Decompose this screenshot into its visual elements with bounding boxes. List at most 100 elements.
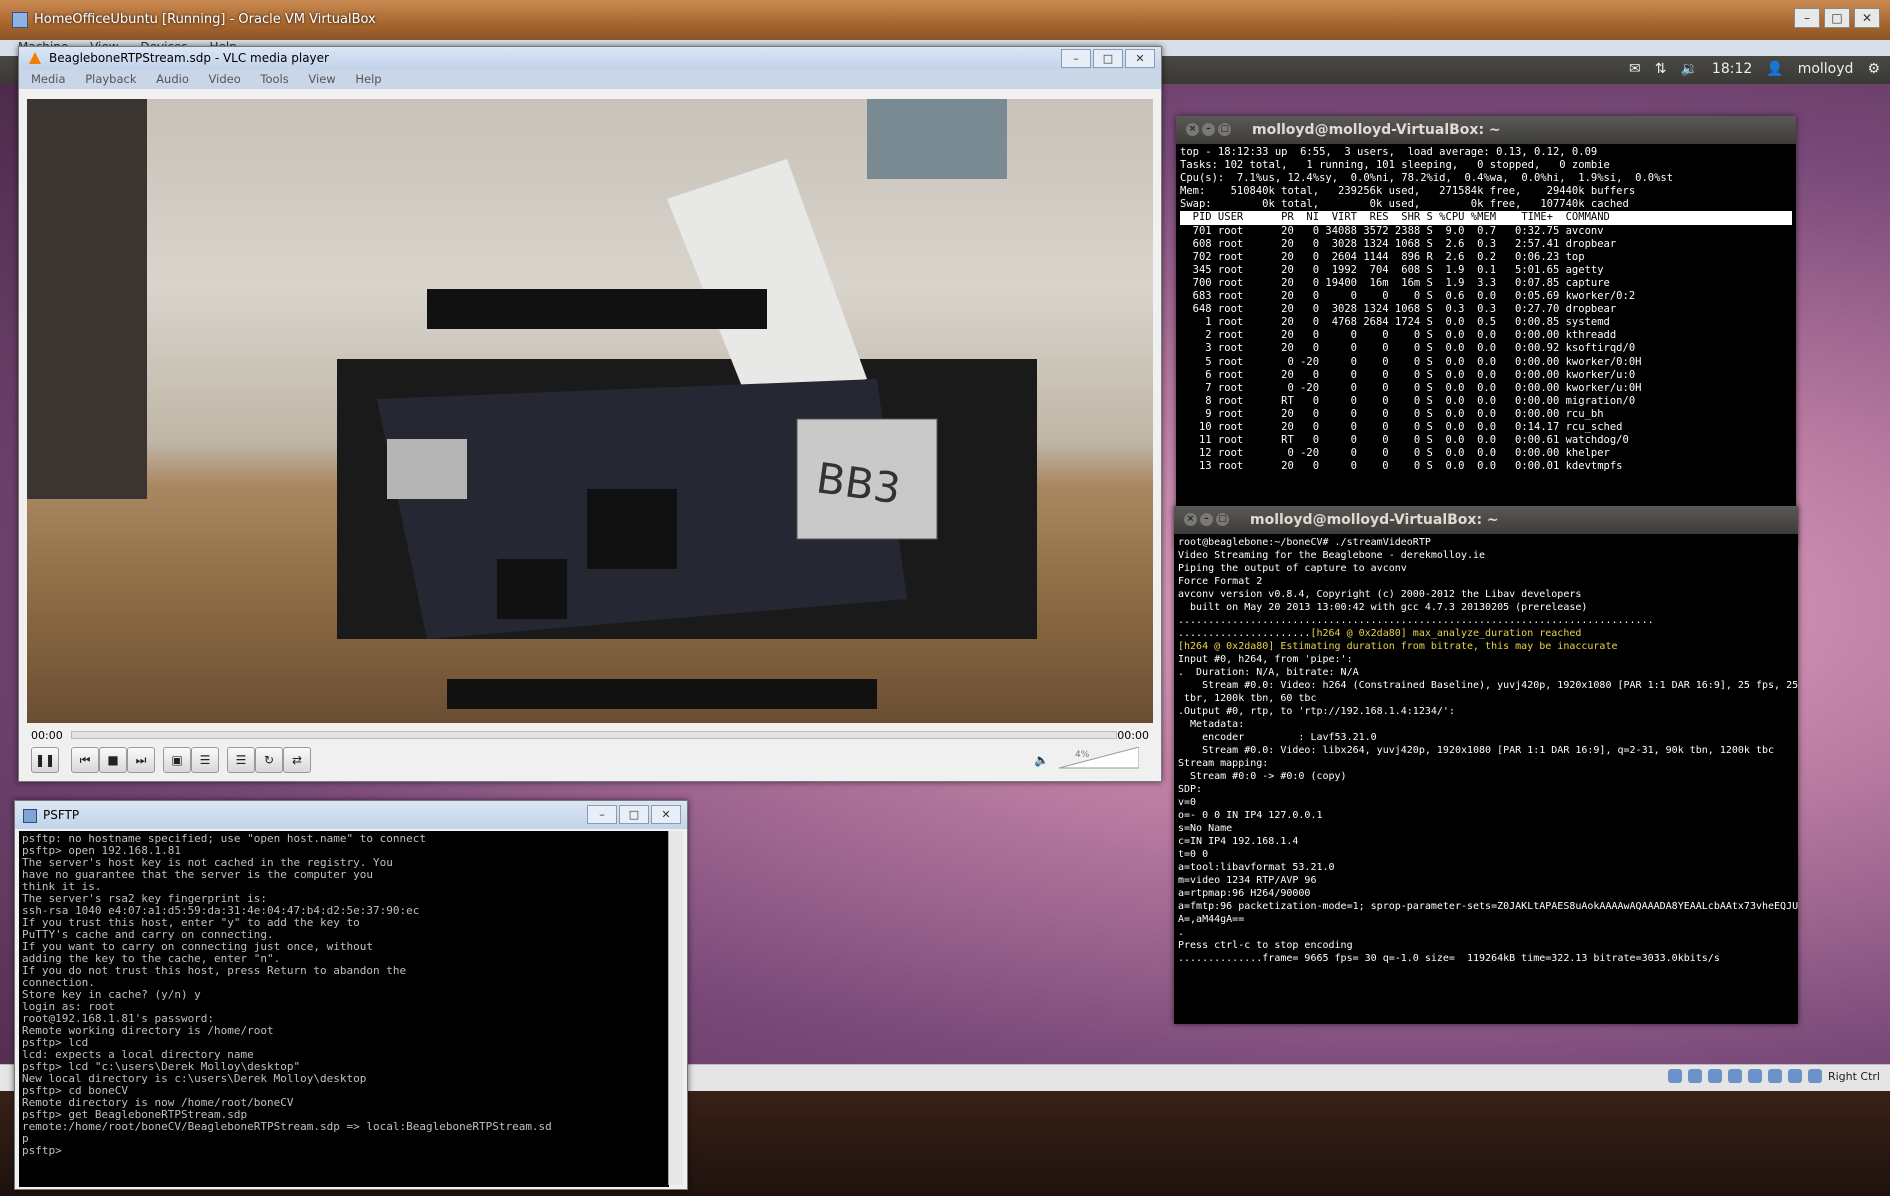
stream-line: a=rtpmap:96 H264/90000 xyxy=(1178,888,1311,899)
process-row: 701 root 20 0 34088 3572 2388 S 9.0 0.7 … xyxy=(1180,224,1604,237)
close-icon[interactable]: × xyxy=(1186,123,1199,136)
stream-line: Piping the output of capture to avconv xyxy=(1178,563,1407,574)
process-row: 3 root 20 0 0 0 0 S 0.0 0.0 0:00.92 ksof… xyxy=(1180,342,1636,355)
menu-help[interactable]: Help xyxy=(355,72,381,86)
volume-slider[interactable]: 4% xyxy=(1059,747,1139,769)
display-icon[interactable] xyxy=(1767,1069,1782,1083)
maximize-button[interactable]: □ xyxy=(619,805,649,824)
psftp-titlebar: PSFTP – □ ✕ xyxy=(15,801,687,829)
warning-text: [h264 @ 0x2da80] max_analyze_duration re… xyxy=(1310,628,1582,639)
playlist-button[interactable]: ☰ xyxy=(227,747,255,773)
minimize-icon[interactable]: – xyxy=(1200,513,1213,526)
video-area[interactable]: BB3 xyxy=(27,99,1153,723)
mail-icon[interactable]: ✉ xyxy=(1629,61,1641,77)
process-row: 683 root 20 0 0 0 0 S 0.6 0.0 0:05.69 kw… xyxy=(1180,290,1636,303)
vlc-window: BeagleboneRTPStream.sdp - VLC media play… xyxy=(18,46,1162,782)
menu-playback[interactable]: Playback xyxy=(85,72,136,86)
mouse-integration-icon[interactable] xyxy=(1787,1069,1802,1083)
stream-line: o=- 0 0 IN IP4 127.0.0.1 xyxy=(1178,810,1323,821)
stream-line: v=0 xyxy=(1178,797,1197,808)
minimize-button[interactable]: – xyxy=(1794,8,1820,28)
process-row: 702 root 20 0 2604 1144 896 R 2.6 0.2 0:… xyxy=(1180,250,1585,263)
stream-line: .Output #0, rtp, to 'rtp://192.168.1.4:1… xyxy=(1178,706,1455,717)
vlc-titlebar: BeagleboneRTPStream.sdp - VLC media play… xyxy=(19,47,1161,69)
user-name[interactable]: molloyd xyxy=(1798,61,1854,77)
close-icon[interactable]: × xyxy=(1184,513,1197,526)
stream-line: encoder : Lavf53.21.0 xyxy=(1178,732,1377,743)
stream-line: c=IN IP4 192.168.1.4 xyxy=(1178,836,1299,847)
extended-settings-button[interactable]: ☰ xyxy=(191,747,219,773)
psftp-output[interactable]: psftp: no hostname specified; use "open … xyxy=(19,831,669,1187)
stream-line: s=No Name xyxy=(1178,823,1233,834)
pause-button[interactable]: ❚❚ xyxy=(31,747,59,773)
gear-icon[interactable]: ⚙ xyxy=(1867,61,1880,77)
stream-line: a=fmtp:96 packetization-mode=1; sprop-pa… xyxy=(1178,901,1798,912)
menu-tools[interactable]: Tools xyxy=(260,72,288,86)
next-button[interactable]: ⏭ xyxy=(127,747,155,773)
menu-view[interactable]: View xyxy=(308,72,335,86)
stream-line: ........................................… xyxy=(1178,615,1654,626)
maximize-icon[interactable]: □ xyxy=(1216,513,1229,526)
maximize-icon[interactable]: □ xyxy=(1218,123,1231,136)
minimize-button[interactable]: – xyxy=(587,805,617,824)
process-row: 12 root 0 -20 0 0 0 S 0.0 0.0 0:00.00 kh… xyxy=(1180,447,1610,460)
seek-bar[interactable] xyxy=(71,731,1117,739)
usb-icon[interactable] xyxy=(1707,1069,1722,1083)
psftp-scrollbar[interactable] xyxy=(668,831,683,1185)
stream-line: t=0 0 xyxy=(1178,849,1209,860)
terminal-title: molloyd@molloyd-VirtualBox: ~ xyxy=(1250,512,1499,528)
cdrom-icon[interactable] xyxy=(1687,1069,1702,1083)
stream-line: Stream #0.0: Video: libx264, yuvj420p, 1… xyxy=(1178,745,1775,756)
stream-line: Metadata: xyxy=(1178,719,1245,730)
stream-output[interactable]: root@beaglebone:~/boneCV# ./streamVideoR… xyxy=(1174,534,1798,1022)
stream-line: a=tool:libavformat 53.21.0 xyxy=(1178,862,1335,873)
top-output[interactable]: top - 18:12:33 up 6:55, 3 users, load av… xyxy=(1176,144,1796,543)
time-elapsed: 00:00 xyxy=(31,729,63,742)
psftp-window: PSFTP – □ ✕ psftp: no hostname specified… xyxy=(14,800,688,1190)
maximize-button[interactable]: □ xyxy=(1824,8,1850,28)
stream-line: root@beaglebone:~/boneCV# ./streamVideoR… xyxy=(1178,537,1431,548)
stream-line: Press ctrl-c to stop encoding xyxy=(1178,940,1353,951)
network-icon[interactable]: ⇅ xyxy=(1655,61,1667,77)
process-row: 6 root 20 0 0 0 0 S 0.0 0.0 0:00.00 kwor… xyxy=(1180,368,1636,381)
stop-button[interactable]: ■ xyxy=(99,747,127,773)
time-total: 00:00 xyxy=(1117,729,1149,742)
previous-button[interactable]: ⏮ xyxy=(71,747,99,773)
top-terminal-window: × – □ molloyd@molloyd-VirtualBox: ~ top … xyxy=(1176,116,1796,547)
close-button[interactable]: ✕ xyxy=(651,805,681,824)
psftp-line: If you do not trust this host, press Ret… xyxy=(22,964,407,977)
network-adapter-icon[interactable] xyxy=(1727,1069,1742,1083)
stream-terminal-window: × – □ molloyd@molloyd-VirtualBox: ~ root… xyxy=(1174,506,1798,1024)
psftp-line: have no guarantee that the server is the… xyxy=(22,868,373,881)
vlc-cone-icon xyxy=(29,52,41,64)
menu-audio[interactable]: Audio xyxy=(156,72,189,86)
shared-folders-icon[interactable] xyxy=(1747,1069,1762,1083)
menu-media[interactable]: Media xyxy=(31,72,66,86)
loop-button[interactable]: ↻ xyxy=(255,747,283,773)
top-summary-line: Cpu(s): 7.1%us, 12.4%sy, 0.0%ni, 78.2%id… xyxy=(1180,172,1674,185)
psftp-line: Remote working directory is /home/root xyxy=(22,1024,274,1037)
process-row: 648 root 20 0 3028 1324 1068 S 0.3 0.3 0… xyxy=(1180,303,1617,316)
stream-line: built on May 20 2013 13:00:42 with gcc 4… xyxy=(1178,602,1588,613)
stream-line: m=video 1234 RTP/AVP 96 xyxy=(1178,875,1317,886)
fullscreen-button[interactable]: ▣ xyxy=(163,747,191,773)
process-row: 5 root 0 -20 0 0 0 S 0.0 0.0 0:00.00 kwo… xyxy=(1180,355,1642,368)
clock[interactable]: 18:12 xyxy=(1712,61,1752,77)
stream-line: tbr, 1200k tbn, 60 tbc xyxy=(1178,693,1317,704)
minimize-icon[interactable]: – xyxy=(1202,123,1215,136)
vlc-controls: ❚❚ ⏮ ■ ⏭ ▣ ☰ ☰ ↻ ⇄ 🔈 4% xyxy=(27,745,1153,775)
process-row: 10 root 20 0 0 0 0 S 0.0 0.0 0:14.17 rcu… xyxy=(1180,420,1623,433)
top-summary-line: Mem: 510840k total, 239256k used, 271584… xyxy=(1180,185,1636,198)
harddisk-icon[interactable] xyxy=(1667,1069,1682,1083)
process-row: 2 root 20 0 0 0 0 S 0.0 0.0 0:00.00 kthr… xyxy=(1180,329,1617,342)
volume-icon[interactable]: 🔉 xyxy=(1680,61,1697,77)
stream-line: Force Format 2 xyxy=(1178,576,1263,587)
host-key-label: Right Ctrl xyxy=(1827,1069,1880,1083)
speaker-icon[interactable]: 🔈 xyxy=(1034,753,1049,767)
shuffle-button[interactable]: ⇄ xyxy=(283,747,311,773)
close-button[interactable]: ✕ xyxy=(1125,49,1155,68)
minimize-button[interactable]: – xyxy=(1061,49,1091,68)
menu-video[interactable]: Video xyxy=(209,72,241,86)
close-button[interactable]: ✕ xyxy=(1854,8,1880,28)
maximize-button[interactable]: □ xyxy=(1093,49,1123,68)
